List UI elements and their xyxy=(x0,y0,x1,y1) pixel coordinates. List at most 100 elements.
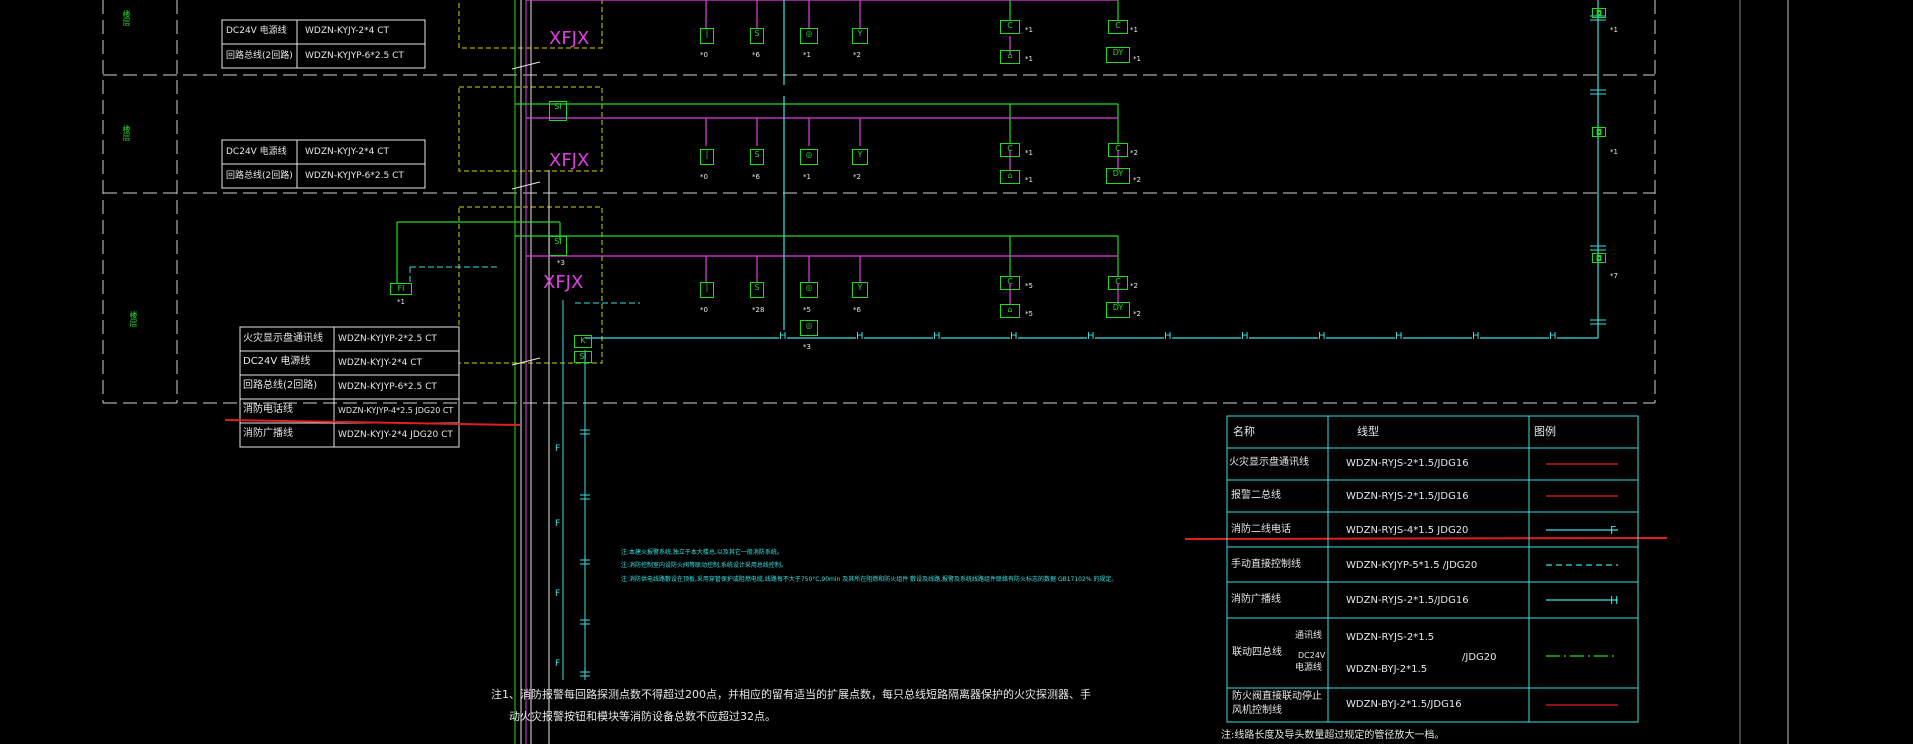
broadcast-line-marker: H xyxy=(1472,331,1480,342)
legend-name: 手动直接控制线 xyxy=(1231,559,1301,570)
broadcast-line-marker: H xyxy=(779,331,787,342)
control-module-icon: C xyxy=(1108,20,1128,34)
speaker-icon: ◘ xyxy=(1592,8,1606,18)
device-count: *2 xyxy=(853,51,861,59)
cable-name: DC24V 电源线 xyxy=(226,147,287,157)
device-count: *2 xyxy=(1130,149,1138,157)
device-count: *0 xyxy=(700,306,708,314)
main-cable-spec: WDZN-KYJYP-4*2.5 JDG20 CT xyxy=(338,406,454,415)
legend-header-sample: 图例 xyxy=(1534,425,1556,438)
legend-line-mark: H xyxy=(1610,594,1618,607)
legend-spec: WDZN-RYJS-2*1.5 xyxy=(1346,632,1435,643)
device-count: *1 xyxy=(1610,26,1618,34)
hydrant-button-icon: Y xyxy=(852,282,868,298)
device-count: *1 xyxy=(803,173,811,181)
legend-header-spec: 线型 xyxy=(1357,425,1379,438)
phone-line-marker: F xyxy=(555,444,561,454)
legend-name: 风机控制线 xyxy=(1232,705,1282,716)
broadcast-line-marker: H xyxy=(1549,331,1557,342)
floor-label-2: 楼层 xyxy=(122,125,131,141)
device-count: *5 xyxy=(803,306,811,314)
legend-spec: WDZN-RYJS-2*1.5/JDG16 xyxy=(1346,491,1469,502)
smoke-detector-icon: │ xyxy=(700,282,714,298)
main-cable-name: 火灾显示盘通讯线 xyxy=(243,333,323,344)
main-cable-spec: WDZN-KYJY-2*4 CT xyxy=(338,358,422,368)
alarm-bell-icon: ◎ xyxy=(800,282,818,298)
legend-sub: 电源线 xyxy=(1295,663,1323,673)
broadcast-line-marker: H xyxy=(1087,331,1095,342)
main-cable-spec: WDZN-KYJY-2*4 JDG20 CT xyxy=(338,430,453,440)
control-module-icon: C xyxy=(1000,276,1020,290)
manual-alarm-button-icon: S xyxy=(750,28,764,44)
main-cable-name: 消防电话线 xyxy=(243,404,293,415)
hydrant-button-icon: Y xyxy=(852,28,868,44)
note-small-2: 注:消防控制室内设防火阀等联动控制,系统设计采用总线控制。 xyxy=(621,562,787,569)
device-count: *1 xyxy=(803,51,811,59)
control-module-icon: C xyxy=(1108,143,1128,157)
cad-drawing-canvas[interactable]: FH xyxy=(0,0,1913,744)
phone-line-marker: F xyxy=(555,519,561,529)
power-module-icon: DY xyxy=(1106,47,1130,63)
legend-name: 防火阀直接联动停止 xyxy=(1232,691,1322,702)
main-cable-name: 回路总线(2回路) xyxy=(243,380,318,391)
legend-spec: WDZN-BYJ-2*1.5/JDG16 xyxy=(1346,699,1462,710)
broadcast-line-marker: H xyxy=(1318,331,1326,342)
note-small-3: 注:消防供电线路敷设在顶板,采用穿管保护或阻燃电缆,线路每不大于750°C,90… xyxy=(621,576,1118,583)
relay-module-icon: K xyxy=(574,335,592,348)
broadcast-line-marker: H xyxy=(1010,331,1018,342)
cable-name: 回路总线(2回路) xyxy=(226,51,293,61)
input-module-icon: SI xyxy=(549,101,567,121)
legend-name: 联动四总线 xyxy=(1232,647,1282,658)
speaker-icon: ◘ xyxy=(1592,127,1606,137)
xfjx-label-2: XFJX xyxy=(549,150,590,171)
device-count: *0 xyxy=(700,173,708,181)
broadcast-line-marker: H xyxy=(1164,331,1172,342)
device-count: *2 xyxy=(1133,176,1141,184)
main-cable-name: 消防广播线 xyxy=(243,428,293,439)
device-count: *5 xyxy=(1025,310,1033,318)
device-count: *6 xyxy=(752,173,760,181)
legend-spec: /JDG20 xyxy=(1462,652,1497,663)
hydrant-button-icon: Y xyxy=(852,149,868,165)
legend-spec: WDZN-KYJYP-5*1.5 /JDG20 xyxy=(1346,560,1478,571)
device-count: *2 xyxy=(853,173,861,181)
fire-door-icon: ⌂ xyxy=(1000,304,1020,318)
manual-alarm-button-icon: S xyxy=(750,149,764,165)
legend-name: 报警二总线 xyxy=(1231,490,1281,501)
legend-name: 消防广播线 xyxy=(1231,594,1281,605)
legend-line-mark: F xyxy=(1610,524,1616,537)
floor2-green-bus xyxy=(515,103,1119,143)
legend-name: 火灾显示盘通讯线 xyxy=(1229,457,1309,468)
main-cable-spec: WDZN-KYJYP-6*2.5 CT xyxy=(338,382,437,392)
legend-samples: FH xyxy=(1546,463,1618,706)
device-count: *3 xyxy=(803,343,811,351)
device-count: *3 xyxy=(557,259,565,267)
fire-door-icon: ⌂ xyxy=(1000,170,1020,184)
broadcast-bus xyxy=(585,0,1599,339)
note-line-1: 注1、消防报警每回路探测点数不得超过200点，并相应的留有适当的扩展点数，每只总… xyxy=(491,688,1091,701)
control-module-icon: C xyxy=(1000,20,1020,34)
device-count: *1 xyxy=(1025,149,1033,157)
main-cable-spec: WDZN-KYJYP-2*2.5 CT xyxy=(338,334,437,344)
legend-sub: 通讯线 xyxy=(1295,631,1323,641)
legend-spec: WDZN-BYJ-2*1.5 xyxy=(1346,664,1428,675)
broadcast-line-marker: H xyxy=(1241,331,1249,342)
device-count: *5 xyxy=(1025,282,1033,290)
device-count: *1 xyxy=(1133,55,1141,63)
note-small-1: 注:本建火报警系统,独立于本大楼总,以及其它一般消防系统。 xyxy=(621,549,783,556)
floor3-cyan-dashed xyxy=(409,266,640,304)
device-count: *6 xyxy=(853,306,861,314)
device-count: *7 xyxy=(1610,272,1618,280)
device-count: *1 xyxy=(1025,26,1033,34)
device-count: *1 xyxy=(397,298,405,306)
floor-label-1: 楼层 xyxy=(122,10,131,26)
power-module-icon: DY xyxy=(1106,168,1130,184)
cable-spec: WDZN-KYJYP-6*2.5 CT xyxy=(305,51,404,61)
red-annotation-right xyxy=(1184,537,1668,540)
fire-phone-icon: FI xyxy=(390,283,412,295)
floor-label-3: 楼层 xyxy=(129,311,138,327)
risers xyxy=(520,0,550,744)
control-module-icon: C xyxy=(1108,276,1128,290)
phone-line-marker: F xyxy=(555,589,561,599)
device-count: *6 xyxy=(752,51,760,59)
